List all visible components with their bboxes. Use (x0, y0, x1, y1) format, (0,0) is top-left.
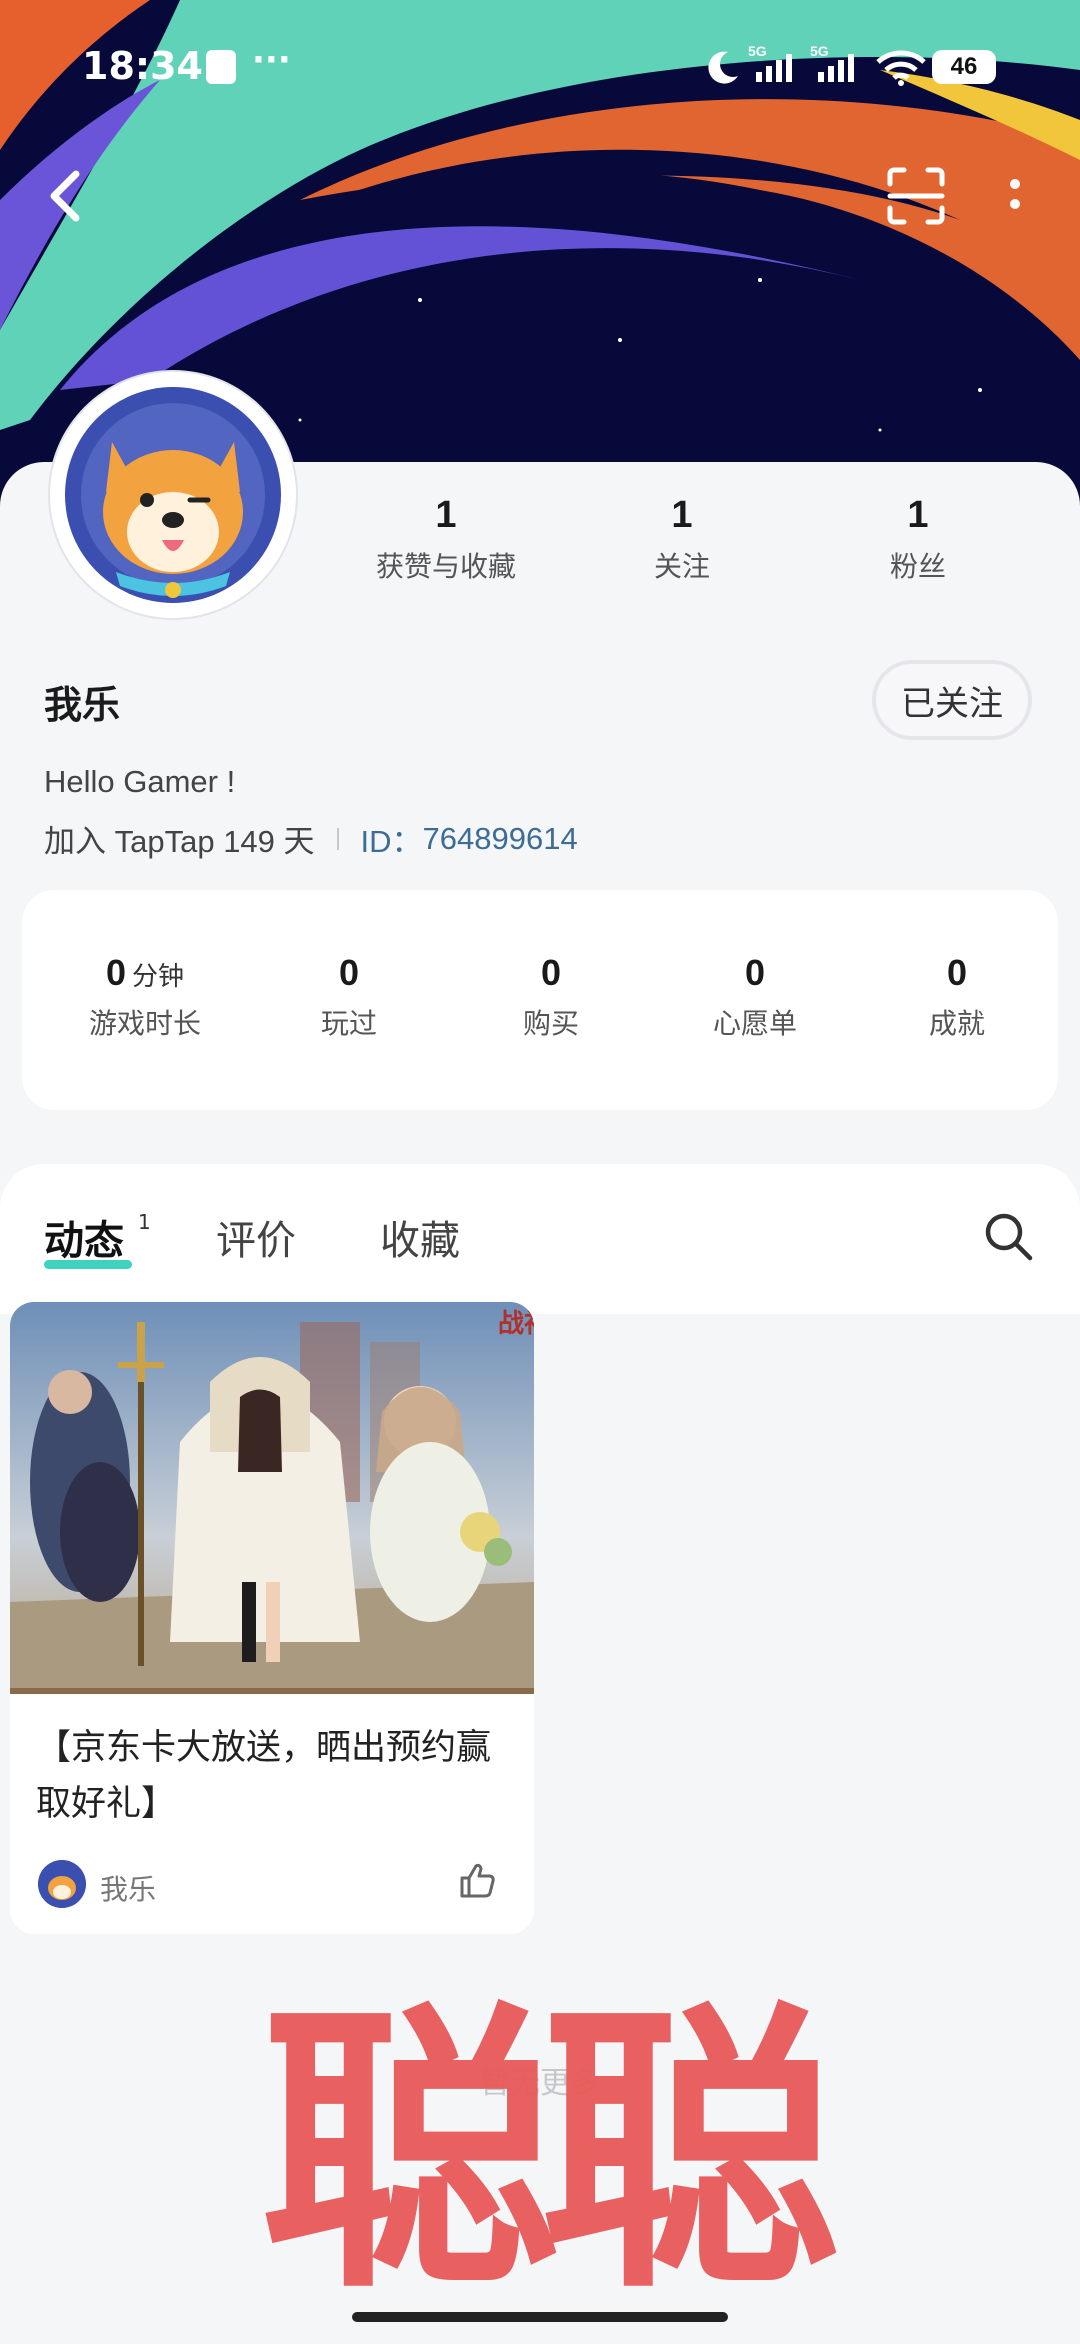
post-image-caption: 战神 (498, 1309, 534, 1339)
gstat-achievements-label: 成就 (928, 1007, 985, 1040)
tab-collection[interactable]: 收藏 (380, 1208, 460, 1266)
gstat-wishlist[interactable]: 0 心愿单 (660, 952, 850, 1042)
divider (336, 827, 339, 850)
signal-1-icon: 5G (748, 43, 792, 82)
more-notifications-icon: ··· (252, 40, 291, 80)
wifi-icon (876, 50, 926, 86)
bio-text: Hello Gamer ! (44, 764, 236, 799)
gstat-achievements-value: 0 (946, 952, 968, 993)
gstat-purchased-value: 0 (540, 952, 562, 993)
watermark-text: 聪聪 (260, 1979, 840, 2328)
gstat-playtime[interactable]: 0 分钟 游戏时长 (50, 952, 240, 1042)
active-tab-indicator (44, 1260, 132, 1269)
shiba-avatar-image (55, 377, 291, 613)
id-label: ID： (360, 824, 423, 859)
post-card[interactable]: 战神 【京东卡大放送，晒出预约赢取好礼】 我乐 (10, 1302, 534, 1934)
scan-icon[interactable] (886, 166, 946, 226)
tab-dynamic[interactable]: 动态 (44, 1208, 124, 1266)
gstat-purchased[interactable]: 0 购买 (456, 952, 646, 1042)
gstat-played-label: 玩过 (320, 1007, 377, 1040)
post-author-name: 我乐 (100, 1873, 157, 1906)
post-author-avatar (38, 1860, 86, 1908)
joined-info: 加入 TapTap 149 天 ID： 764899614 (44, 816, 578, 861)
avatar[interactable] (50, 372, 296, 618)
moon-icon (708, 51, 738, 84)
stat-fans[interactable]: 1 粉丝 (788, 494, 1048, 585)
stat-likes-label: 获赞与收藏 (375, 550, 516, 583)
stat-following-value: 1 (671, 494, 693, 536)
author-avatar-image (38, 1860, 86, 1908)
stat-likes-value: 1 (435, 494, 457, 536)
gstat-playtime-unit: 分钟 (132, 961, 185, 991)
tab-bar (0, 1164, 1080, 1314)
stat-fans-label: 粉丝 (889, 550, 946, 583)
gstat-playtime-label: 游戏时长 (88, 1007, 201, 1040)
home-indicator[interactable] (352, 2312, 728, 2322)
username: 我乐 (44, 683, 121, 727)
post-title: 【京东卡大放送，晒出预约赢取好礼】 (36, 1728, 492, 1824)
stat-following[interactable]: 1 关注 (552, 494, 812, 585)
gstat-played-value: 0 (338, 952, 360, 993)
tab-review[interactable]: 评价 (216, 1208, 296, 1266)
tab-dynamic-count: 1 (138, 1210, 151, 1234)
search-icon[interactable] (982, 1210, 1034, 1262)
stat-likes[interactable]: 1 获赞与收藏 (316, 494, 576, 585)
more-options-icon[interactable] (1008, 170, 1022, 226)
back-arrow-icon[interactable] (46, 166, 86, 226)
stat-fans-value: 1 (907, 494, 929, 536)
svg-text:5G: 5G (748, 43, 767, 59)
stat-following-label: 关注 (653, 550, 710, 583)
post-cover-image: 战神 (10, 1302, 534, 1694)
like-icon[interactable] (458, 1860, 498, 1900)
status-time: 18:34 (82, 44, 203, 88)
app-notification-icon (206, 50, 236, 84)
joined-days: 加入 TapTap 149 天 (44, 824, 315, 859)
user-id[interactable]: 764899614 (423, 821, 578, 857)
gstat-wishlist-value: 0 (744, 952, 766, 993)
gstat-wishlist-label: 心愿单 (712, 1007, 797, 1040)
gstat-purchased-label: 购买 (522, 1007, 579, 1040)
gstat-playtime-value: 0 (105, 952, 126, 993)
gstat-played[interactable]: 0 玩过 (254, 952, 444, 1042)
signal-2-icon: 5G (810, 43, 854, 82)
followed-button[interactable]: 已关注 (872, 660, 1032, 740)
svg-text:5G: 5G (810, 43, 829, 59)
battery-indicator: 46 (932, 50, 996, 84)
gstat-achievements[interactable]: 0 成就 (862, 952, 1052, 1042)
